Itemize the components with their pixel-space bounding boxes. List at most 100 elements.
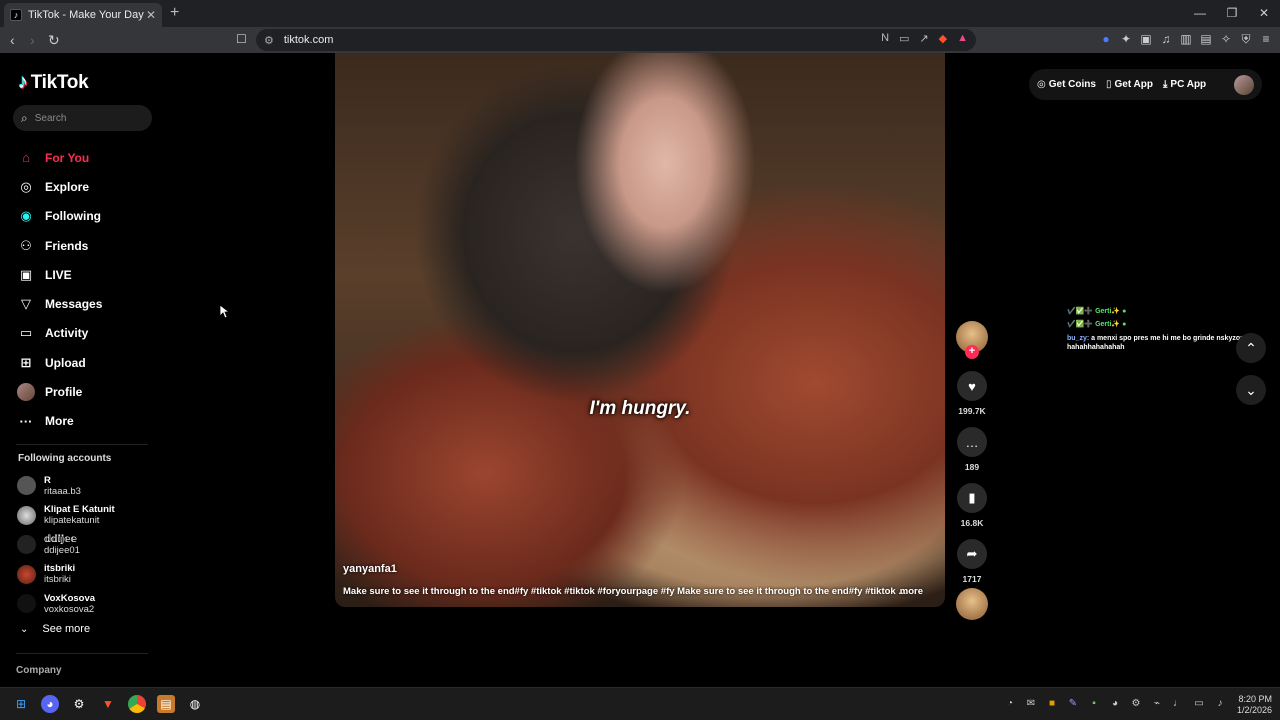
brave-browser-icon[interactable]: ▼ [99, 695, 117, 713]
leo-ai-icon[interactable]: ✧ [1220, 32, 1232, 47]
tab-close-icon[interactable]: ✕ [146, 8, 156, 22]
caption-more-button[interactable]: more [894, 586, 923, 597]
next-video-button[interactable]: ⌄ [1236, 375, 1266, 405]
nav-item-live[interactable]: ▣ LIVE [17, 260, 102, 289]
close-window-button[interactable]: ✕ [1248, 0, 1280, 27]
company-link[interactable]: Company [16, 665, 62, 676]
extensions-icon[interactable]: ✦ [1120, 32, 1132, 47]
sidebar-icon[interactable]: ▥ [1180, 32, 1192, 47]
wallet-icon[interactable]: ▤ [1200, 32, 1212, 47]
cast-icon[interactable]: ▭ [899, 32, 909, 45]
address-bar[interactable]: ⚙ tikto‌k.com N ▭ ↗ ◆ ▲ [256, 29, 976, 51]
share-action[interactable]: ➦ 1717 [955, 539, 989, 586]
media-icon[interactable]: ♫ [1160, 32, 1172, 47]
nav-item-friends[interactable]: ⚇ Friends [17, 231, 102, 260]
discord-tray-icon[interactable]: ◕ [1109, 698, 1121, 709]
chat-line: ✔️✅➕ Gerti✨ ● [1067, 308, 1127, 315]
steam-tray-icon[interactable]: ⚙ [1130, 698, 1142, 709]
comment-action[interactable]: … 189 [955, 427, 989, 474]
tiktok-logo[interactable]: ♪ TikTok [18, 71, 89, 94]
nav-item-messages[interactable]: ▽ Messages [17, 289, 102, 318]
save-action[interactable]: ▮ 16.8K [955, 483, 989, 530]
brave-shield-icon[interactable]: ◆ [939, 32, 947, 45]
winrar-icon[interactable]: ▤ [157, 695, 175, 713]
browser-toolbar: ‹ › ↻ ☐ ⚙ tikto‌k.com N ▭ ↗ ◆ ▲ ● ✦ ▣ ♫ … [0, 27, 1280, 53]
heart-icon[interactable]: ♥ [957, 371, 987, 401]
top-actions-bar: ◎ Get Coins ▯ Get App ⤓ PC App [1029, 69, 1262, 100]
screenshot-icon[interactable]: ▣ [1140, 32, 1152, 47]
user-avatar[interactable] [1234, 74, 1254, 95]
mail-icon[interactable]: ✉ [1025, 698, 1037, 709]
reload-icon[interactable]: ↻ [48, 32, 60, 49]
chrome-icon[interactable] [128, 695, 146, 713]
account-item[interactable]: Rritaaa.b3 [17, 471, 115, 501]
vpn-icon[interactable]: ● [1100, 32, 1112, 47]
download-icon: ⤓ [1163, 79, 1168, 90]
search-input[interactable]: ⌕ Search [13, 105, 152, 131]
chevron-down-icon: ⌄ [20, 623, 29, 635]
comment-icon[interactable]: … [957, 427, 987, 457]
pc-app-button[interactable]: ⤓ PC App [1163, 79, 1206, 90]
get-app-label: Get App [1114, 79, 1153, 90]
see-more-button[interactable]: ⌄ See more [20, 623, 90, 635]
video-author[interactable]: yanyanfa1 [343, 563, 397, 575]
pen-icon[interactable]: ✎ [1067, 698, 1079, 709]
obs-icon[interactable]: ◍ [186, 695, 204, 713]
account-handle: klipatekatunit [44, 515, 100, 527]
new-tab-button[interactable]: + [170, 4, 179, 22]
share-arrow-icon[interactable]: ➦ [957, 539, 987, 569]
get-coins-button[interactable]: ◎ Get Coins [1037, 79, 1096, 90]
music-disc-icon[interactable] [956, 588, 988, 620]
site-info-icon[interactable]: ⚙ [264, 34, 274, 47]
nav-item-activity[interactable]: ▭ Activity [17, 319, 102, 348]
chat-user: bu_zy: [1067, 335, 1090, 342]
display-icon[interactable]: ▭ [1193, 698, 1205, 709]
nav-item-explore[interactable]: ◎ Explore [17, 172, 102, 201]
reader-icon[interactable]: N [881, 32, 889, 45]
windows-start-icon[interactable]: ⊞ [12, 695, 30, 713]
account-avatar [17, 505, 36, 525]
brave-rewards-icon[interactable]: ▲ [957, 32, 968, 45]
network-icon[interactable]: ⌁ [1151, 698, 1163, 709]
nav-item-more[interactable]: ··· More [17, 407, 102, 436]
maximize-button[interactable]: ❐ [1216, 0, 1248, 27]
nav-label: Activity [45, 326, 89, 341]
tray-app-icon[interactable]: ▪ [1088, 698, 1100, 709]
follow-plus-icon[interactable]: + [965, 345, 979, 359]
vpn-shield-icon[interactable]: ⛨ [1240, 32, 1252, 47]
nav-item-upload[interactable]: ⊞ Upload [17, 348, 102, 377]
account-item[interactable]: Klipat E Katunit klipatekatunit [17, 501, 115, 531]
back-arrow-icon[interactable]: ‹ [10, 32, 15, 48]
get-app-button[interactable]: ▯ Get App [1106, 79, 1153, 90]
profile-avatar-icon [17, 383, 35, 402]
nav-item-following[interactable]: ◉ Following [17, 202, 102, 231]
account-item[interactable]: 𝕕𝕕𝕚𝕛𝕖𝕖 ddijee01 [17, 530, 115, 560]
video-player[interactable]: I'm hungry. yanyanfa1 Make sure to see i… [335, 53, 945, 607]
like-action[interactable]: ♥ 199.7K [955, 371, 989, 418]
menu-icon[interactable]: ≡ [1260, 32, 1272, 47]
logo-text: TikTok [30, 71, 89, 93]
bookmark-icon[interactable]: ▮ [957, 483, 987, 513]
tiktok-favicon-icon: ♪ [10, 9, 22, 21]
tray-app-icon[interactable]: ■ [1046, 698, 1058, 709]
account-item[interactable]: itsbriki itsbriki [17, 560, 115, 590]
share-icon[interactable]: ↗ [919, 32, 928, 45]
nav-item-profile[interactable]: Profile [17, 377, 102, 406]
previous-video-button[interactable]: ⌃ [1236, 333, 1266, 363]
forward-arrow-icon[interactable]: › [30, 32, 35, 48]
system-clock[interactable]: 8:20 PM 1/2/2026 [1232, 694, 1272, 716]
bookmark-icon[interactable]: ☐ [236, 32, 247, 46]
steam-icon[interactable]: ⚙ [70, 695, 88, 713]
nav-item-for-you[interactable]: ⌂ For You [17, 143, 102, 172]
discord-icon[interactable]: ◕ [41, 695, 59, 713]
tray-app-icon[interactable]: ◔ [1004, 698, 1016, 709]
account-item[interactable]: VoxKosova voxkosova2 [17, 589, 115, 619]
divider [16, 444, 148, 445]
following-accounts-list: Rritaaa.b3 Klipat E Katunit klipatekatuni… [17, 471, 115, 619]
volume-icon[interactable]: ♪ [1214, 698, 1226, 709]
minimize-button[interactable]: — [1184, 0, 1216, 27]
creator-avatar[interactable]: + [956, 321, 988, 359]
pc-app-label: PC App [1170, 79, 1207, 90]
browser-tab[interactable]: ♪ TikTok - Make Your Day ✕ [4, 3, 162, 27]
microphone-icon[interactable]: ♩ [1172, 698, 1184, 709]
